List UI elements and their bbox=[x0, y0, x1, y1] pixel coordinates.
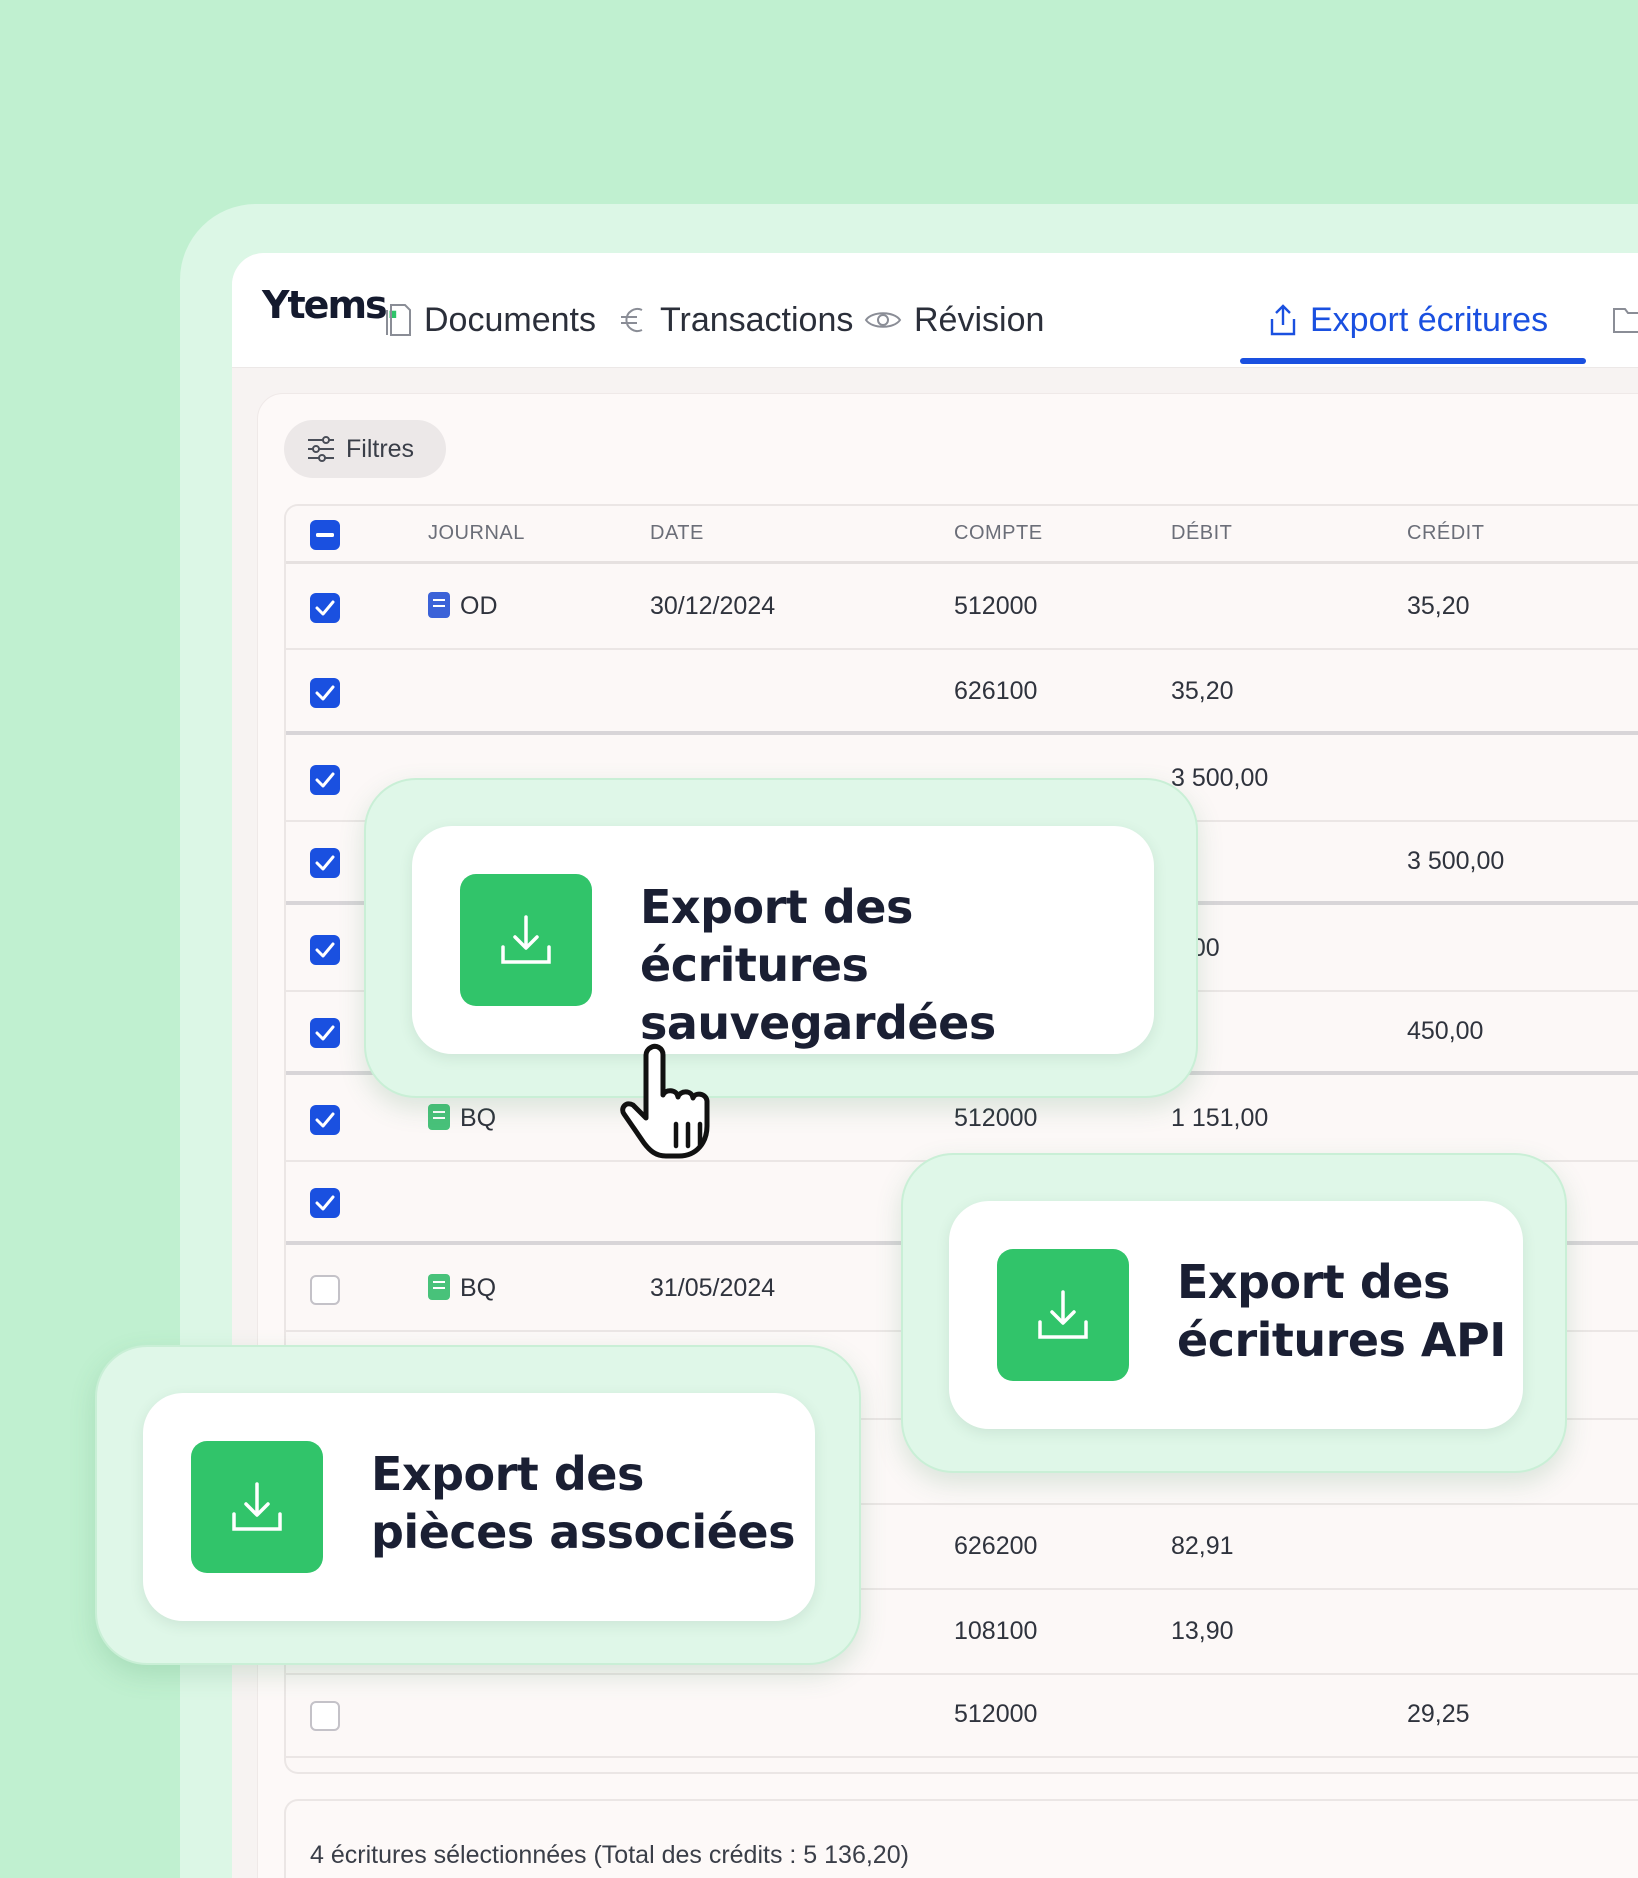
download-icon bbox=[460, 874, 592, 1006]
date-cell: 31/05/2024 bbox=[650, 1274, 776, 1302]
debit-cell: 35,20 bbox=[1171, 677, 1234, 705]
compte-cell: 626100 bbox=[954, 677, 1038, 705]
journal-cell: BQ bbox=[428, 1104, 496, 1133]
summary-text: 4 écritures sélectionnées (Total des cré… bbox=[310, 1841, 909, 1869]
export-card-api-frame: Export des écritures API bbox=[901, 1153, 1567, 1473]
select-all-checkbox[interactable] bbox=[310, 520, 340, 550]
upload-icon bbox=[1268, 303, 1298, 337]
debit-cell: 82,91 bbox=[1171, 1532, 1234, 1560]
export-card-attachments-frame: Export des pièces associées bbox=[95, 1345, 861, 1665]
top-navigation: Ytems. Documents Transactions Révision E… bbox=[232, 253, 1638, 368]
credit-cell: 450,00 bbox=[1407, 1017, 1484, 1045]
table-row[interactable]: 626100 35,20 bbox=[286, 651, 1638, 735]
debit-cell: 3 500,00 bbox=[1171, 764, 1269, 792]
journal-cell: OD bbox=[428, 592, 498, 621]
tab-export-ecritures[interactable]: Export écritures bbox=[1268, 295, 1548, 345]
tab-transactions[interactable]: Transactions bbox=[618, 295, 853, 345]
filters-button[interactable]: Filtres bbox=[284, 420, 446, 478]
export-card-label: Export des écritures API bbox=[1177, 1255, 1506, 1367]
row-checkbox[interactable] bbox=[310, 935, 340, 965]
tab-label: Documents bbox=[424, 300, 596, 339]
export-api-entries-button[interactable]: Export des écritures API bbox=[949, 1201, 1523, 1429]
row-checkbox[interactable] bbox=[310, 678, 340, 708]
compte-cell: 626200 bbox=[954, 1532, 1038, 1560]
compte-cell: 512000 bbox=[954, 1104, 1038, 1132]
row-checkbox[interactable] bbox=[310, 848, 340, 878]
folder-icon bbox=[1612, 305, 1638, 335]
tab-label: Export écritures bbox=[1310, 300, 1549, 339]
export-card-label: Export des écritures sauvegardées bbox=[640, 880, 996, 1050]
active-tab-indicator bbox=[1240, 358, 1586, 364]
journal-book-icon bbox=[428, 1104, 450, 1130]
table-row[interactable]: 512000 29,25 bbox=[286, 1674, 1638, 1758]
col-journal[interactable]: JOURNAL bbox=[428, 522, 525, 545]
euro-icon bbox=[618, 304, 648, 336]
row-checkbox[interactable] bbox=[310, 1188, 340, 1218]
tab-label: Révision bbox=[914, 300, 1045, 339]
credit-cell: 29,25 bbox=[1407, 1700, 1470, 1728]
download-icon bbox=[997, 1249, 1129, 1381]
journal-book-icon bbox=[428, 592, 450, 618]
row-checkbox[interactable] bbox=[310, 1701, 340, 1731]
credit-cell: 3 500,00 bbox=[1407, 847, 1505, 875]
col-credit[interactable]: CRÉDIT bbox=[1407, 522, 1484, 545]
compte-cell: 512000 bbox=[954, 1700, 1038, 1728]
selection-summary: 4 écritures sélectionnées (Total des cré… bbox=[284, 1799, 1638, 1878]
hand-pointer-icon bbox=[620, 1040, 740, 1171]
tab-folder[interactable] bbox=[1612, 295, 1638, 345]
row-checkbox[interactable] bbox=[310, 765, 340, 795]
document-icon bbox=[384, 303, 412, 337]
date-cell: 30/12/2024 bbox=[650, 592, 776, 620]
export-card-label: Export des pièces associées bbox=[371, 1447, 795, 1559]
sliders-icon bbox=[306, 435, 336, 463]
compte-cell: 108100 bbox=[954, 1617, 1038, 1645]
credit-cell: 35,20 bbox=[1407, 592, 1470, 620]
debit-cell: 13,90 bbox=[1171, 1617, 1234, 1645]
export-attachments-button[interactable]: Export des pièces associées bbox=[143, 1393, 815, 1621]
eye-icon bbox=[864, 307, 902, 333]
row-checkbox[interactable] bbox=[310, 1018, 340, 1048]
table-header: JOURNAL DATE COMPTE DÉBIT CRÉDIT bbox=[286, 506, 1638, 564]
journal-book-icon bbox=[428, 1274, 450, 1300]
row-checkbox[interactable] bbox=[310, 1275, 340, 1305]
journal-cell: BQ bbox=[428, 1274, 496, 1303]
compte-cell: 512000 bbox=[954, 592, 1038, 620]
row-checkbox[interactable] bbox=[310, 1105, 340, 1135]
row-checkbox[interactable] bbox=[310, 593, 340, 623]
col-debit[interactable]: DÉBIT bbox=[1171, 522, 1232, 545]
export-saved-entries-button[interactable]: Export des écritures sauvegardées bbox=[412, 826, 1154, 1054]
filters-label: Filtres bbox=[346, 434, 415, 463]
tab-revision[interactable]: Révision bbox=[864, 295, 1044, 345]
col-compte[interactable]: COMPTE bbox=[954, 522, 1043, 545]
app-logo[interactable]: Ytems. bbox=[262, 283, 400, 327]
debit-cell: 1 151,00 bbox=[1171, 1104, 1269, 1132]
table-row[interactable]: OD 30/12/2024 512000 35,20 bbox=[286, 566, 1638, 650]
tab-label: Transactions bbox=[660, 300, 854, 339]
tab-documents[interactable]: Documents bbox=[384, 295, 596, 345]
col-date[interactable]: DATE bbox=[650, 522, 704, 545]
export-card-saved-frame: Export des écritures sauvegardées bbox=[364, 778, 1198, 1098]
download-icon bbox=[191, 1441, 323, 1573]
